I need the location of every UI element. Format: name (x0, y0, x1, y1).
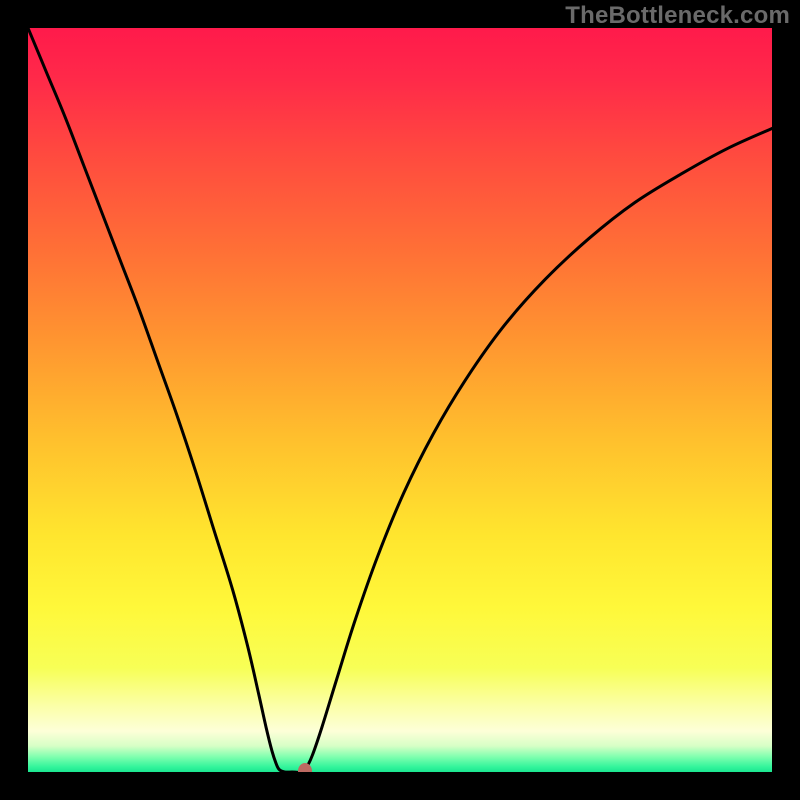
optimum-marker (298, 763, 312, 773)
bottleneck-curve (28, 28, 772, 772)
plot-area (28, 28, 772, 772)
watermark-text: TheBottleneck.com (565, 2, 790, 30)
chart-frame: TheBottleneck.com (0, 0, 800, 800)
